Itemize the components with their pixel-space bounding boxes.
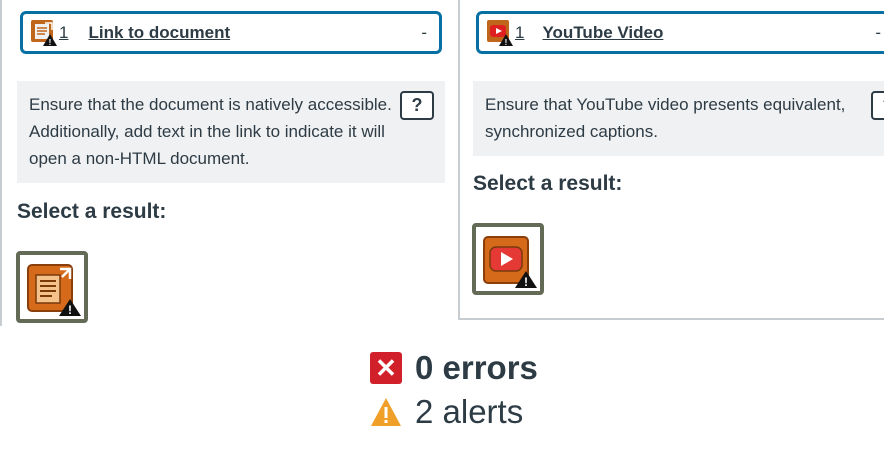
- advice-text: Ensure that the document is natively acc…: [29, 95, 392, 168]
- youtube-video-alert-icon: !: [487, 19, 513, 47]
- advice-text: Ensure that YouTube video presents equiv…: [485, 95, 846, 141]
- svg-text:!: !: [68, 303, 72, 317]
- youtube-result-button[interactable]: !: [472, 223, 544, 295]
- document-link-panel: ! 1 Link to document - Ensure that the d…: [0, 0, 456, 326]
- errors-count: 0 errors: [415, 349, 538, 386]
- document-alert-icon: !: [27, 264, 81, 317]
- alerts-count: 2 alerts: [415, 393, 524, 430]
- svg-text:!: !: [505, 38, 508, 46]
- youtube-video-header[interactable]: ! 1 YouTube Video -: [476, 11, 884, 54]
- item-title-link[interactable]: YouTube Video: [542, 23, 663, 43]
- issue-count[interactable]: 1: [59, 23, 68, 43]
- item-title-link[interactable]: Link to document: [88, 23, 230, 43]
- alerts-row: 2 alerts: [370, 390, 538, 434]
- youtube-alert-icon: !: [483, 236, 537, 289]
- error-x-icon: ✕: [370, 352, 402, 384]
- errors-row: ✕ 0 errors: [370, 346, 538, 390]
- document-link-header[interactable]: ! 1 Link to document -: [20, 11, 442, 54]
- advice-box: Ensure that YouTube video presents equiv…: [473, 81, 884, 156]
- panel-divider: [0, 0, 2, 326]
- help-button[interactable]: ?: [400, 91, 434, 120]
- svg-text:!: !: [49, 38, 52, 46]
- check-summary: ✕ 0 errors 2 alerts: [370, 346, 538, 434]
- document-link-alert-icon: !: [31, 19, 57, 47]
- document-result-button[interactable]: !: [16, 251, 88, 323]
- youtube-video-panel: ! 1 YouTube Video - Ensure that YouTube …: [458, 0, 884, 320]
- collapse-toggle[interactable]: -: [875, 23, 881, 43]
- advice-box: Ensure that the document is natively acc…: [17, 81, 445, 183]
- svg-text:!: !: [524, 275, 528, 289]
- select-result-label: Select a result:: [473, 172, 623, 195]
- select-result-label: Select a result:: [17, 200, 167, 223]
- collapse-toggle[interactable]: -: [421, 23, 427, 43]
- warning-triangle-icon: [371, 398, 401, 426]
- issue-count[interactable]: 1: [515, 23, 524, 43]
- help-button[interactable]: ?: [871, 91, 884, 120]
